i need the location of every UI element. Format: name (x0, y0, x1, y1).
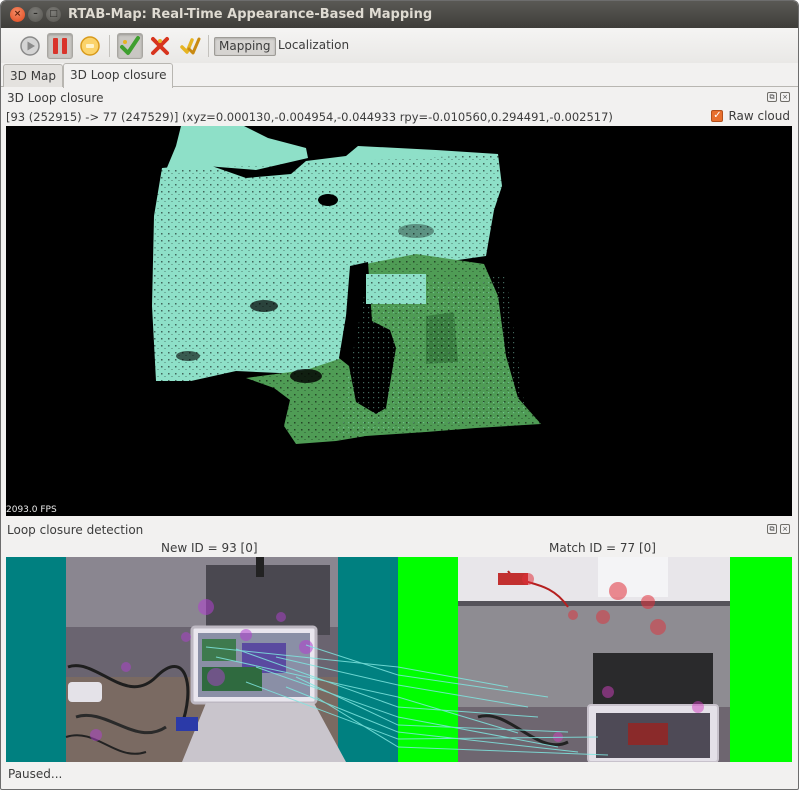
raw-cloud-checkbox[interactable]: ✓ Raw cloud (711, 109, 790, 123)
stop-icon (80, 36, 100, 56)
close-icon[interactable]: × (780, 92, 790, 102)
close-icon[interactable]: × (780, 524, 790, 534)
match-image (398, 557, 730, 762)
detection-view-title: Loop closure detection (7, 523, 144, 537)
detection-off-icon (151, 37, 169, 55)
cloud-hole (290, 369, 322, 383)
maximize-icon[interactable]: □ (46, 7, 61, 22)
dock-splitter[interactable] (1, 516, 798, 521)
checkbox-icon[interactable]: ✓ (711, 110, 724, 122)
minimize-icon[interactable]: – (28, 7, 43, 22)
point-cloud (152, 126, 541, 444)
mapping-button[interactable]: Mapping (214, 37, 276, 56)
dock-controls: ⧉ × (767, 524, 790, 534)
3d-point-cloud-viewer[interactable]: 2093.0 FPS (6, 126, 792, 516)
detection-off-button[interactable] (147, 33, 173, 59)
toolbar: Mapping Localization (1, 28, 798, 63)
cloud-noise (336, 276, 526, 436)
cloud-hole (250, 300, 278, 312)
tab-bar: 3D Map 3D Loop closure (1, 63, 798, 88)
play-icon (20, 36, 40, 56)
toolbar-separator (109, 35, 110, 57)
match-image-panel[interactable] (398, 557, 792, 762)
new-image-panel[interactable] (6, 557, 398, 762)
window-title: RTAB-Map: Real-Time Appearance-Based Map… (68, 7, 433, 22)
match-id-label: Match ID = 77 [0] (549, 541, 656, 555)
loop-closure-info: [93 (252915) -> 77 (247529)] (xyz=0.0001… (6, 110, 613, 124)
tab-3d-loop-closure[interactable]: 3D Loop closure (63, 63, 174, 88)
fps-counter: 2093.0 FPS (6, 505, 57, 515)
post-processing-button[interactable] (177, 33, 203, 59)
tab-3d-map[interactable]: 3D Map (3, 64, 64, 87)
cloud-hole (318, 194, 338, 206)
new-image (65, 557, 398, 762)
localization-button[interactable]: Localization (274, 37, 353, 56)
float-icon[interactable]: ⧉ (767, 524, 777, 534)
post-processing-icon (180, 37, 201, 55)
stop-button[interactable] (77, 33, 103, 59)
info-bar: [93 (252915) -> 77 (247529)] (xyz=0.0001… (6, 109, 792, 125)
pause-button[interactable] (47, 33, 73, 59)
cloud-hole (398, 224, 434, 238)
float-icon[interactable]: ⧉ (767, 92, 777, 102)
toolbar-separator (208, 35, 209, 57)
cloud-hole (176, 351, 200, 361)
close-icon[interactable]: × (10, 7, 25, 22)
app-window: × – □ RTAB-Map: Real-Time Appearance-Bas… (0, 0, 799, 790)
title-bar[interactable]: × – □ RTAB-Map: Real-Time Appearance-Bas… (1, 1, 798, 28)
detection-on-icon (120, 36, 140, 55)
status-bar: Paused... (8, 767, 63, 781)
cloud-region-light (166, 126, 308, 170)
play-button[interactable] (17, 33, 43, 59)
new-id-label: New ID = 93 [0] (161, 541, 258, 555)
loop-closure-view-title: 3D Loop closure (7, 91, 104, 105)
detection-on-button[interactable] (117, 33, 143, 59)
pause-icon (53, 38, 67, 54)
raw-cloud-label: Raw cloud (728, 109, 790, 123)
dock-controls: ⧉ × (767, 92, 790, 102)
